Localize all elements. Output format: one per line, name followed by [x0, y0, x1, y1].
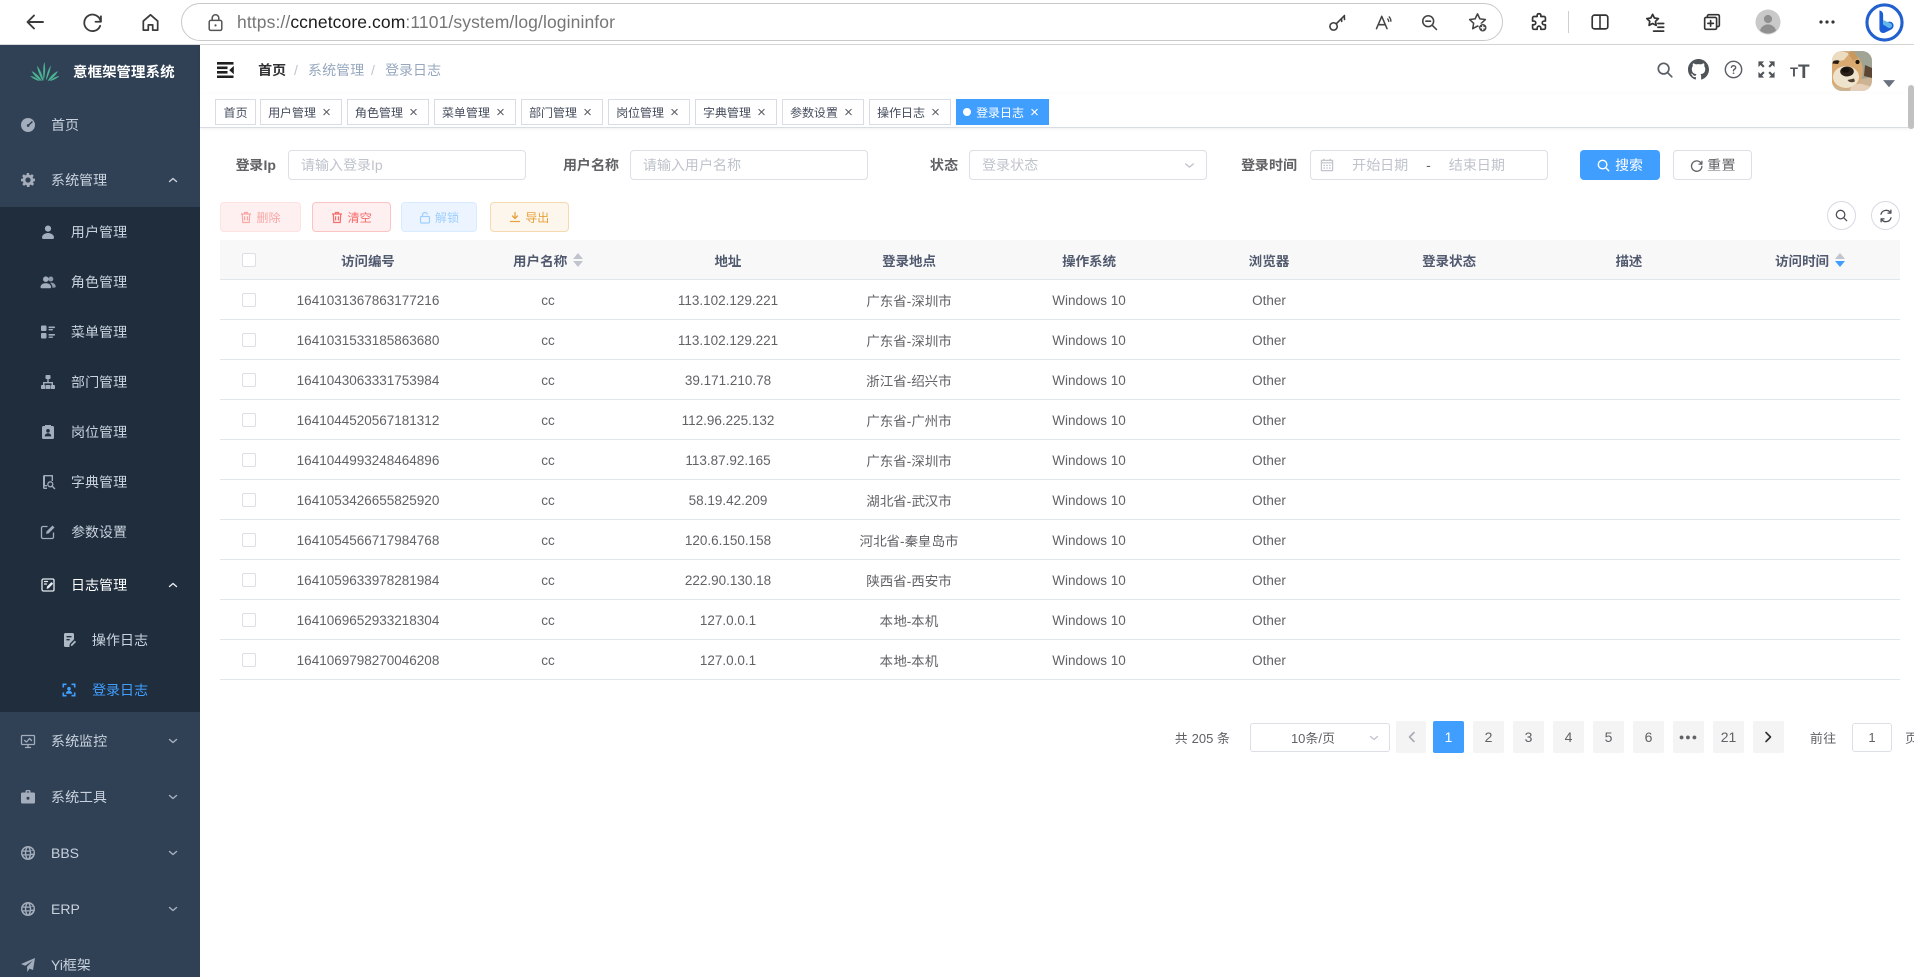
svg-text:T: T [1790, 64, 1798, 79]
svg-text:T: T [1798, 62, 1810, 79]
